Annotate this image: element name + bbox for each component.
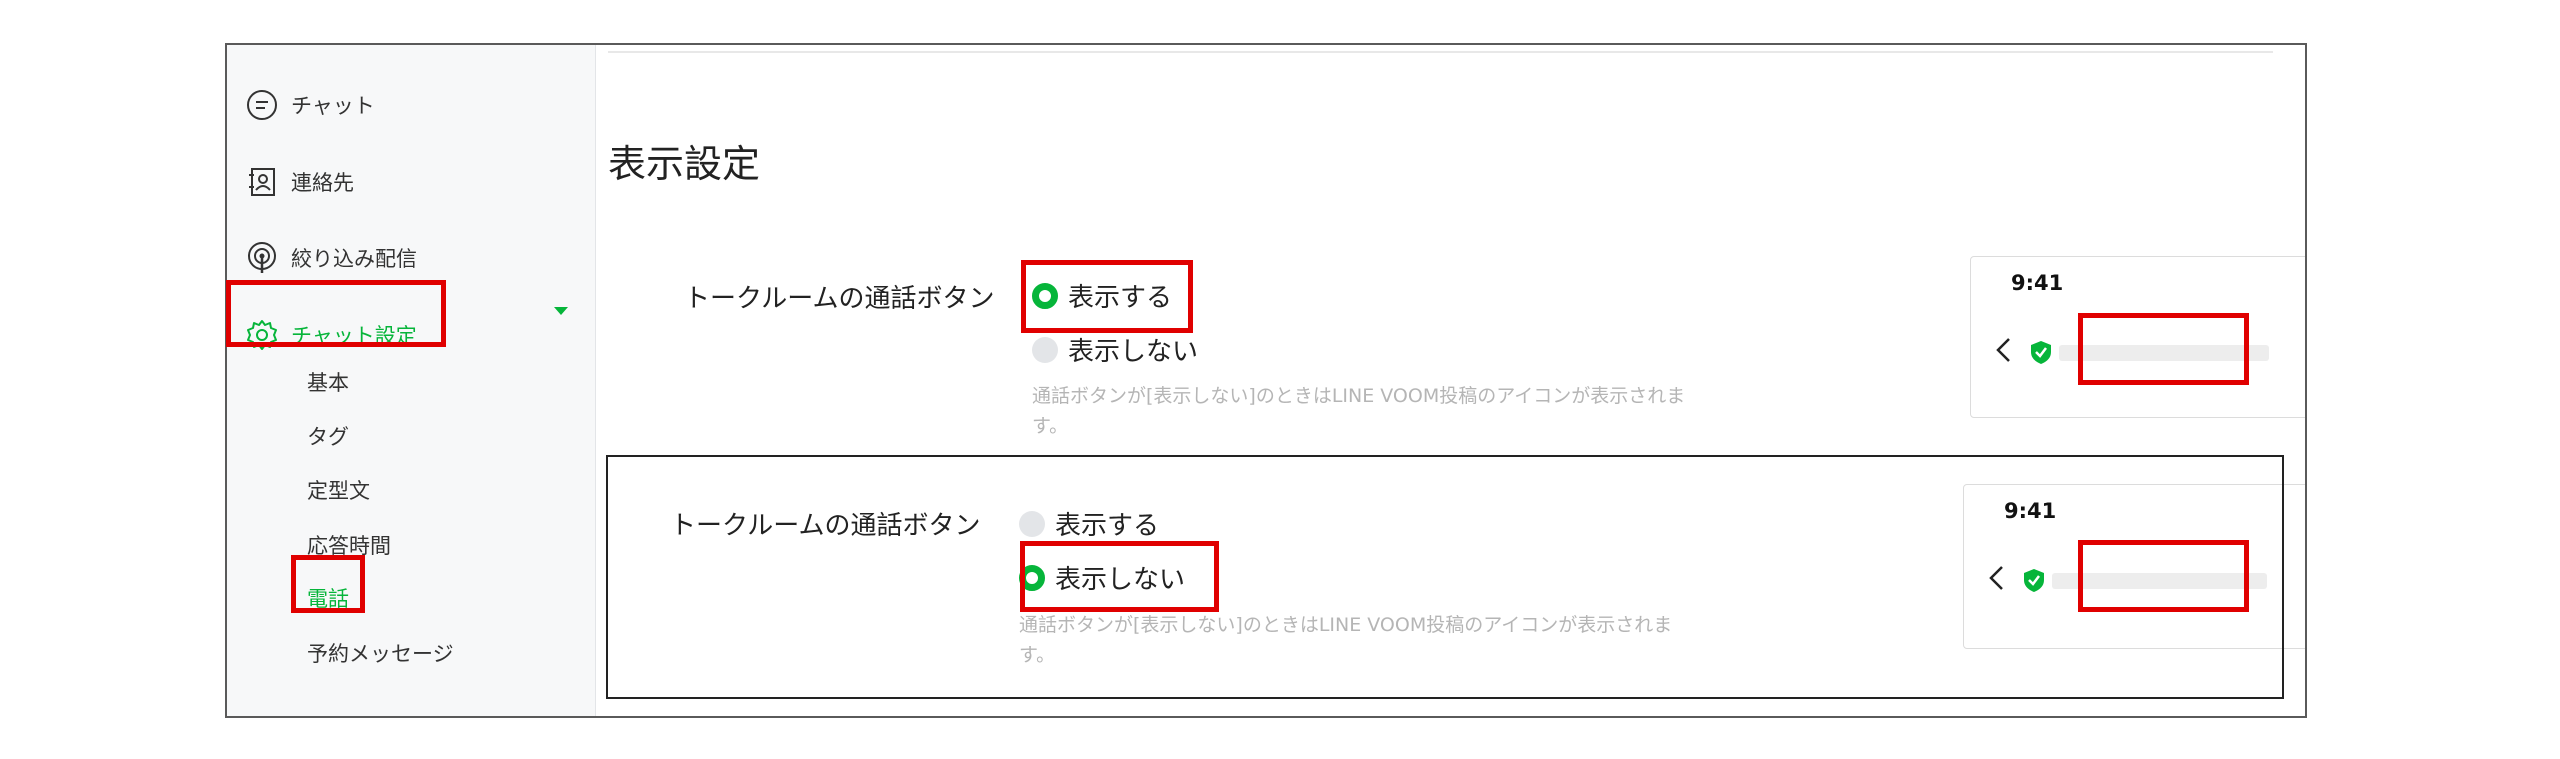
preview-phone: 9:41 <box>1970 256 2305 418</box>
radio-label: 表示する <box>1068 283 1173 313</box>
highlight-box-section-2 <box>606 455 2284 699</box>
radio-hide[interactable]: 表示しない <box>1032 331 1198 368</box>
sidebar-item-chat[interactable]: チャット <box>245 85 375 125</box>
shield-check-icon <box>2031 341 2051 364</box>
preview-time: 9:41 <box>2011 271 2064 295</box>
sidebar-subitem-phone[interactable]: 電話 <box>307 583 349 615</box>
sidebar-item-broadcast[interactable]: 絞り込み配信 <box>245 238 417 278</box>
radio-selected-icon <box>1032 282 1058 309</box>
sidebar-subitem-template[interactable]: 定型文 <box>307 475 370 507</box>
setting-label-call-button: トークルームの通話ボタン <box>684 284 995 314</box>
sidebar-item-label: 絞り込み配信 <box>291 247 417 271</box>
broadcast-icon <box>245 241 279 275</box>
sidebar-subitem-tag[interactable]: タグ <box>307 421 349 453</box>
back-arrow-icon <box>1996 338 2010 362</box>
sidebar-item-chat-settings[interactable]: チャット設定 <box>245 315 417 355</box>
sidebar-item-contacts[interactable]: 連絡先 <box>245 162 354 202</box>
chevron-down-icon[interactable] <box>554 307 568 315</box>
radio-unselected-icon <box>1032 336 1058 363</box>
sidebar: チャット 連絡先 絞り込み配信 チャット設定 基本 タグ 定型文 応答時間 電話… <box>227 45 596 716</box>
chat-bubble-icon <box>245 88 279 122</box>
sidebar-subitem-scheduled-message[interactable]: 予約メッセージ <box>307 638 454 670</box>
gear-icon <box>245 318 279 352</box>
divider <box>608 51 2273 53</box>
radio-label: 表示しない <box>1068 337 1199 367</box>
sidebar-subitem-response-time[interactable]: 応答時間 <box>307 530 391 562</box>
sidebar-item-label: 連絡先 <box>291 171 354 195</box>
sidebar-subitem-basic[interactable]: 基本 <box>307 367 349 399</box>
sidebar-item-label: チャット <box>291 94 375 118</box>
page-title: 表示設定 <box>608 142 761 186</box>
radio-show[interactable]: 表示する <box>1032 277 1172 314</box>
setting-note: 通話ボタンが[表示しない]のときはLINE VOOM投稿のアイコンが表示されます… <box>1032 385 1686 437</box>
contact-book-icon <box>245 165 279 199</box>
sidebar-item-label: チャット設定 <box>291 324 417 348</box>
title-placeholder-bar <box>2059 345 2269 361</box>
